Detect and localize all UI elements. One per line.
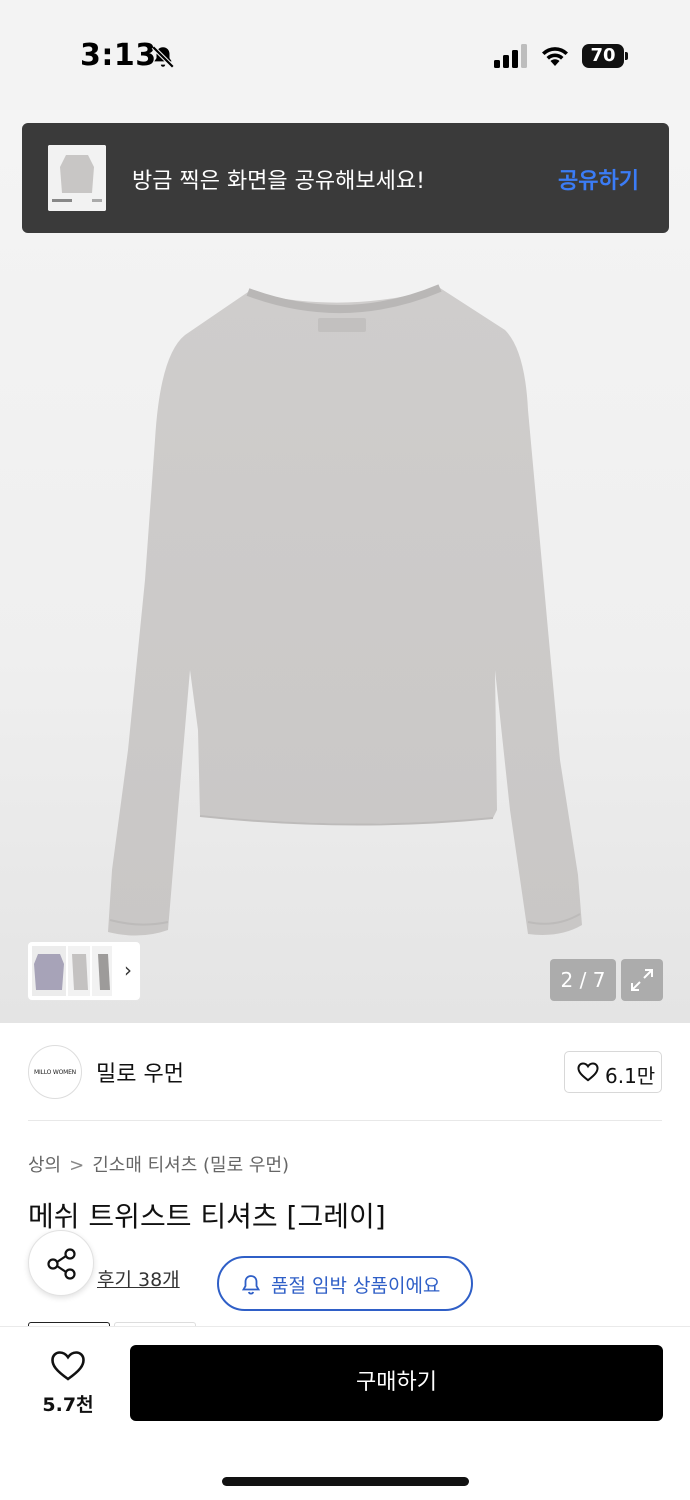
- signal-icon: [494, 44, 527, 68]
- brand-like-count: 6.1만: [605, 1064, 656, 1088]
- share-icon: [47, 1248, 76, 1280]
- tshirt-image: [108, 284, 582, 936]
- bell-off-icon: [151, 45, 175, 69]
- share-button[interactable]: [28, 1230, 94, 1296]
- image-page-counter: 2 / 7: [550, 959, 616, 1001]
- wishlist-count: 5.7천: [42, 1394, 94, 1416]
- brand-like-button[interactable]: 6.1만: [564, 1051, 662, 1093]
- breadcrumb-item-subcategory[interactable]: 긴소매 티셔츠 (밀로 우먼): [92, 1155, 289, 1176]
- battery-icon: 70: [582, 44, 628, 68]
- product-title: 메쉬 트위스트 티셔츠 [그레이]: [28, 1200, 386, 1233]
- soldout-notice-pill[interactable]: 품절 임박 상품이에요: [217, 1256, 473, 1311]
- soldout-notice-text: 품절 임박 상품이에요: [271, 1275, 441, 1297]
- expand-button[interactable]: [621, 959, 663, 1001]
- wishlist-heart-icon[interactable]: [50, 1350, 86, 1382]
- status-bar: 3:13 70: [0, 0, 690, 110]
- share-toast: 방금 찍은 화면을 공유해보세요! 공유하기: [22, 123, 669, 233]
- toast-message: 방금 찍은 화면을 공유해보세요!: [132, 169, 425, 194]
- thumbnail-images: [32, 946, 112, 996]
- product-image[interactable]: [0, 110, 690, 1023]
- home-indicator: [222, 1477, 469, 1486]
- buy-button[interactable]: 구매하기: [130, 1345, 663, 1421]
- toast-share-button[interactable]: 공유하기: [558, 163, 639, 195]
- status-time: 3:13: [80, 38, 157, 73]
- screenshot-thumbnail[interactable]: [48, 145, 106, 211]
- expand-icon: [631, 969, 653, 991]
- reviews-link[interactable]: 후기 38개: [97, 1265, 180, 1292]
- breadcrumb-separator: >: [69, 1155, 85, 1176]
- breadcrumb-item-category[interactable]: 상의: [28, 1155, 61, 1176]
- battery-level: 70: [582, 44, 624, 68]
- bell-icon: [241, 1275, 261, 1295]
- brand-logo[interactable]: MILLO WOMEN: [28, 1045, 82, 1099]
- wifi-icon: [542, 47, 568, 66]
- breadcrumb: 상의 > 긴소매 티셔츠 (밀로 우먼): [28, 1151, 289, 1177]
- chevron-right-icon: ›: [124, 958, 132, 982]
- brand-name[interactable]: 밀로 우먼: [96, 1056, 184, 1088]
- divider: [28, 1120, 662, 1121]
- thumbnail-strip[interactable]: ›: [28, 942, 140, 1000]
- heart-icon: [577, 1062, 599, 1082]
